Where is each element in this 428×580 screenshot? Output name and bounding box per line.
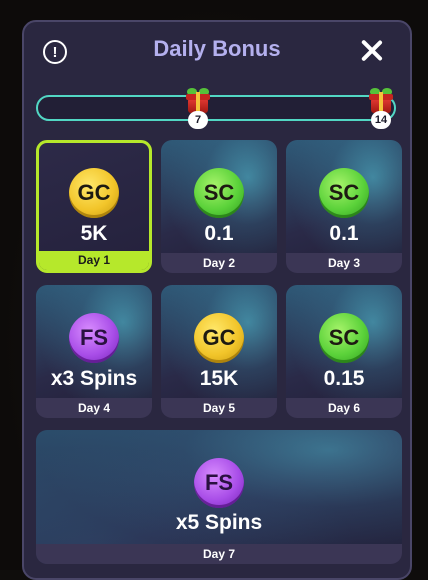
free-spins-icon: FS [194,458,244,508]
modal-header: ! Daily Bonus [24,22,410,80]
reward-card-day-5[interactable]: GC 15K Day 5 [161,285,277,418]
day-label: Day 2 [161,253,277,273]
reward-card-day-6[interactable]: SC 0.15 Day 6 [286,285,402,418]
gift-icon [369,88,393,113]
gold-coin-icon: GC [194,313,244,363]
reward-amount: 0.1 [329,222,359,245]
reward-card-day-4[interactable]: FS x3 Spins Day 4 [36,285,152,418]
reward-card-day-3[interactable]: SC 0.1 Day 3 [286,140,402,273]
gold-coin-icon: GC [69,168,119,218]
close-icon[interactable] [360,38,384,62]
modal-title: Daily Bonus [153,36,281,61]
milestone-7: 7 [183,88,213,129]
daily-bonus-modal: ! Daily Bonus 7 14 GC 5K Day 1 SC 0.1 Da… [22,20,412,580]
reward-amount: x3 Spins [50,367,138,390]
streak-progress-bar: 7 14 [36,88,396,129]
day-label: Day 6 [286,398,402,418]
reward-amount: 5K [80,222,108,245]
sweeps-coin-icon: SC [319,313,369,363]
gift-icon [186,88,210,113]
reward-card-day-2[interactable]: SC 0.1 Day 2 [161,140,277,273]
reward-amount: 15K [199,367,239,390]
reward-card-day-1[interactable]: GC 5K Day 1 [36,140,152,273]
day-label: Day 3 [286,253,402,273]
reward-amount: 0.1 [204,222,234,245]
free-spins-icon: FS [69,313,119,363]
milestone-14: 14 [366,88,396,129]
reward-card-day-7[interactable]: FS x5 Spins Day 7 [36,430,402,564]
day-label: Day 1 [39,251,149,270]
day-label: Day 4 [36,398,152,418]
sweeps-coin-icon: SC [194,168,244,218]
reward-amount: 0.15 [323,367,365,390]
reward-amount: x5 Spins [175,511,263,534]
milestone-label: 14 [371,111,391,129]
milestone-label: 7 [188,111,208,129]
sweeps-coin-icon: SC [319,168,369,218]
day-label: Day 5 [161,398,277,418]
day-label: Day 7 [36,544,402,564]
